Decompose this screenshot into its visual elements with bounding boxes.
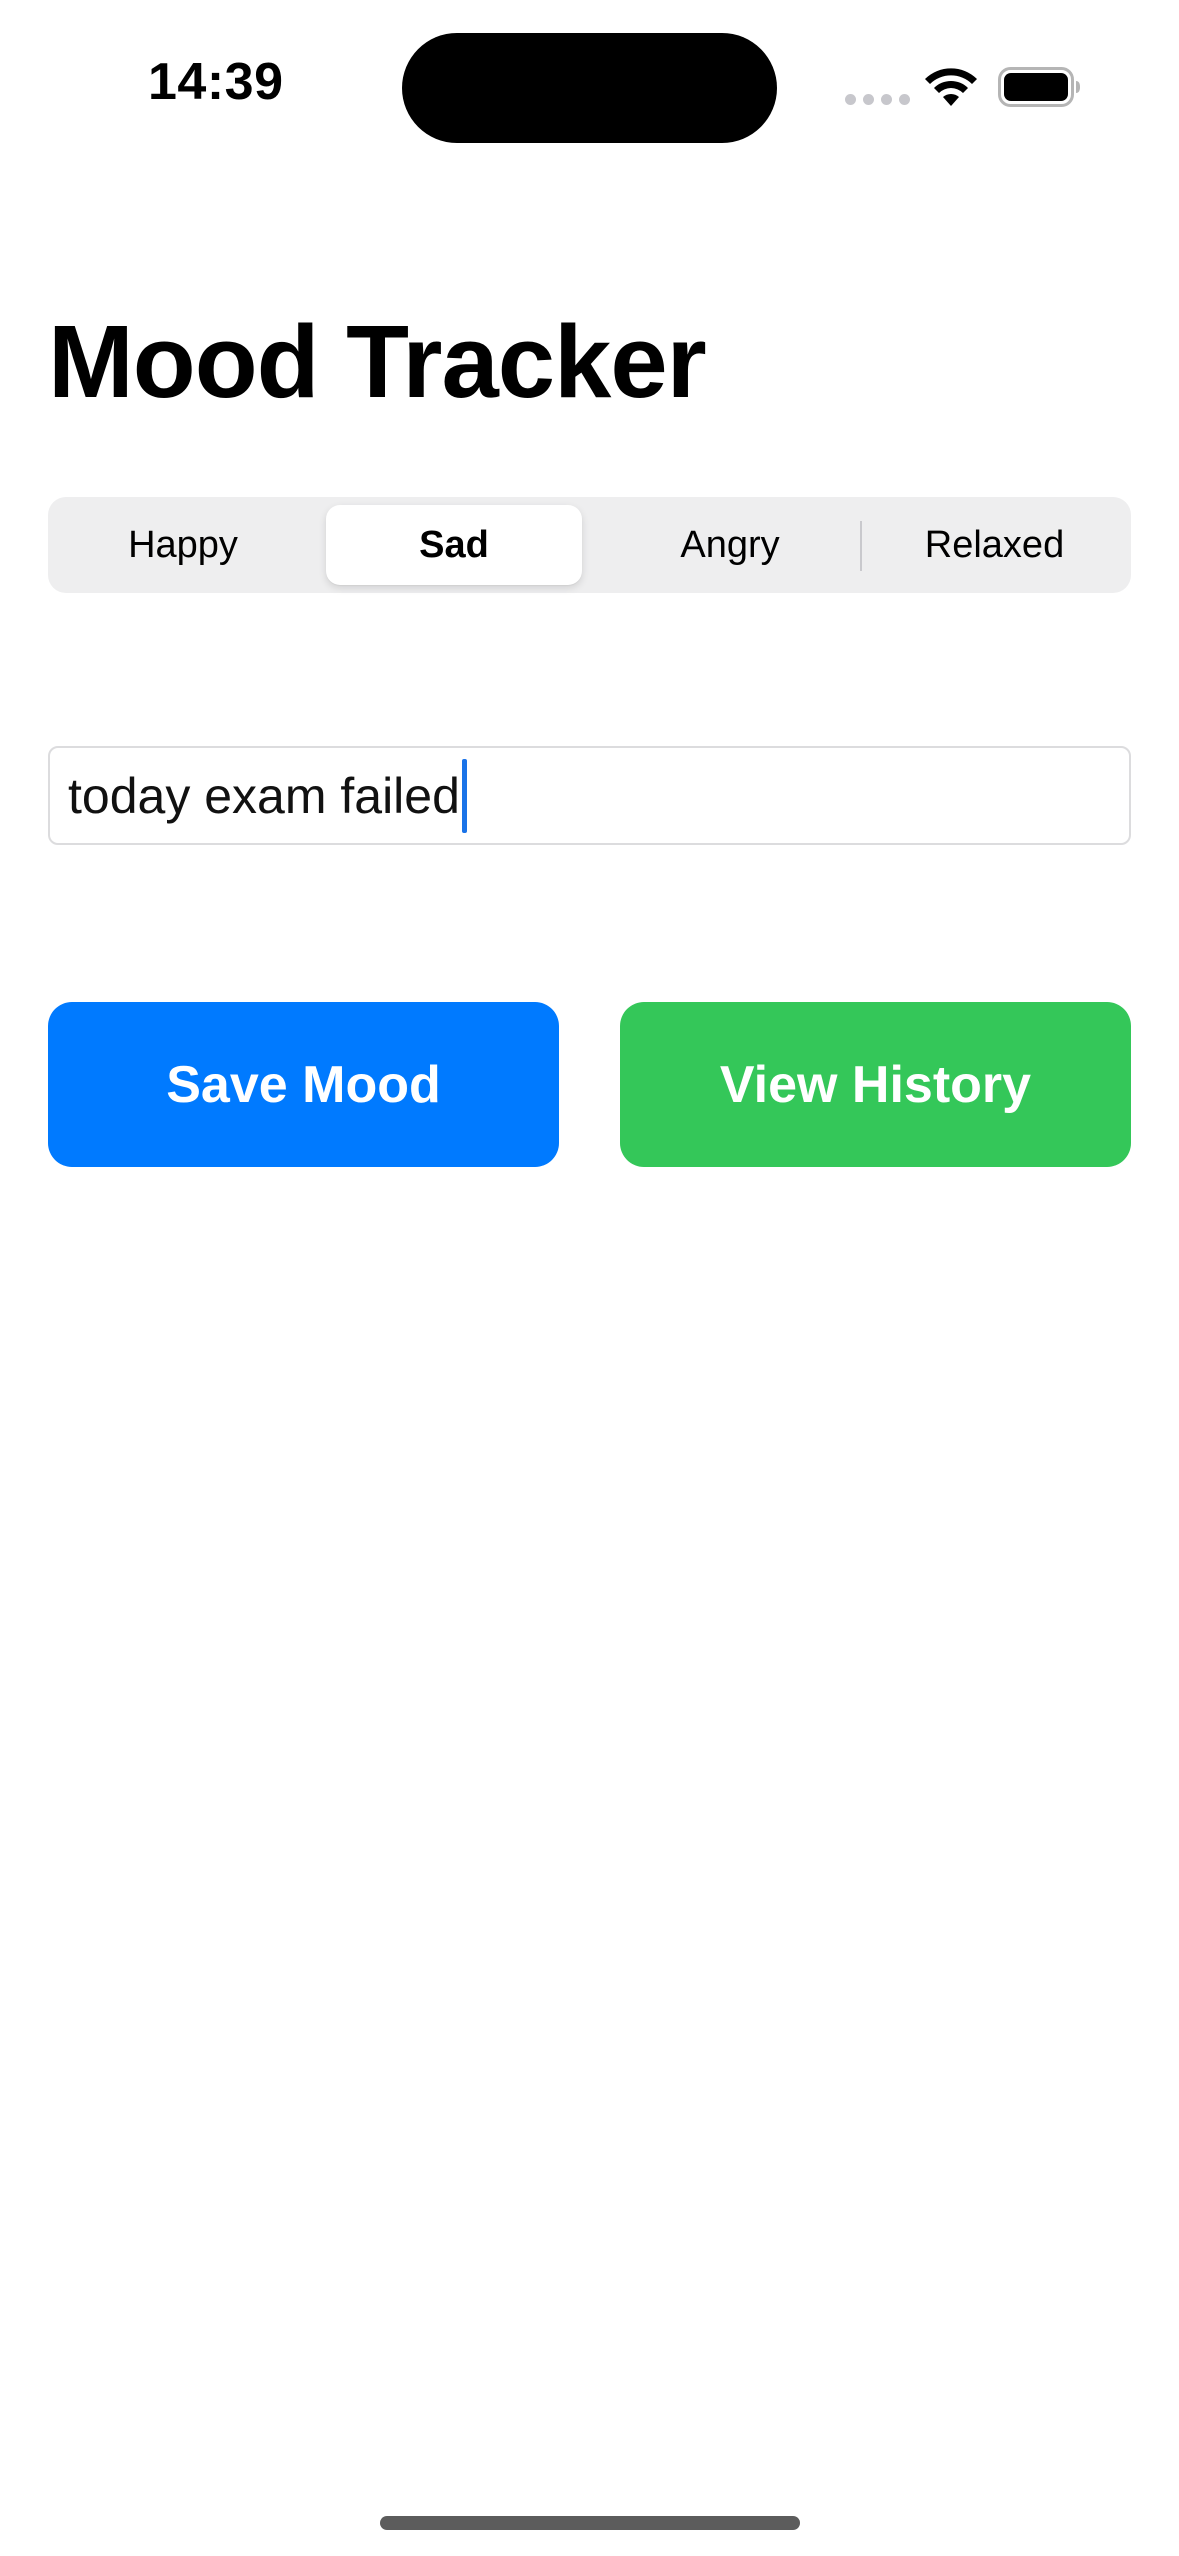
mood-note-value: today exam failed bbox=[68, 767, 460, 824]
mood-note-input[interactable]: today exam failed bbox=[48, 746, 1131, 845]
status-time: 14:39 bbox=[148, 53, 284, 111]
battery-icon bbox=[998, 67, 1080, 107]
wifi-icon bbox=[925, 68, 977, 106]
segment-happy[interactable]: Happy bbox=[56, 505, 310, 585]
signal-dots-icon bbox=[845, 94, 910, 105]
text-caret bbox=[461, 758, 467, 833]
status-bar: 14:39 bbox=[0, 0, 1179, 180]
segment-sad[interactable]: Sad bbox=[326, 505, 582, 585]
mood-segmented-control: Happy Sad Angry Relaxed bbox=[48, 497, 1131, 593]
view-history-button[interactable]: View History bbox=[620, 1002, 1131, 1167]
segment-divider bbox=[860, 521, 862, 571]
page-title: Mood Tracker bbox=[48, 304, 707, 419]
save-mood-button[interactable]: Save Mood bbox=[48, 1002, 559, 1167]
segment-relaxed[interactable]: Relaxed bbox=[866, 505, 1123, 585]
dynamic-island bbox=[402, 33, 777, 143]
home-indicator[interactable] bbox=[380, 2516, 800, 2530]
segment-angry[interactable]: Angry bbox=[598, 505, 862, 585]
